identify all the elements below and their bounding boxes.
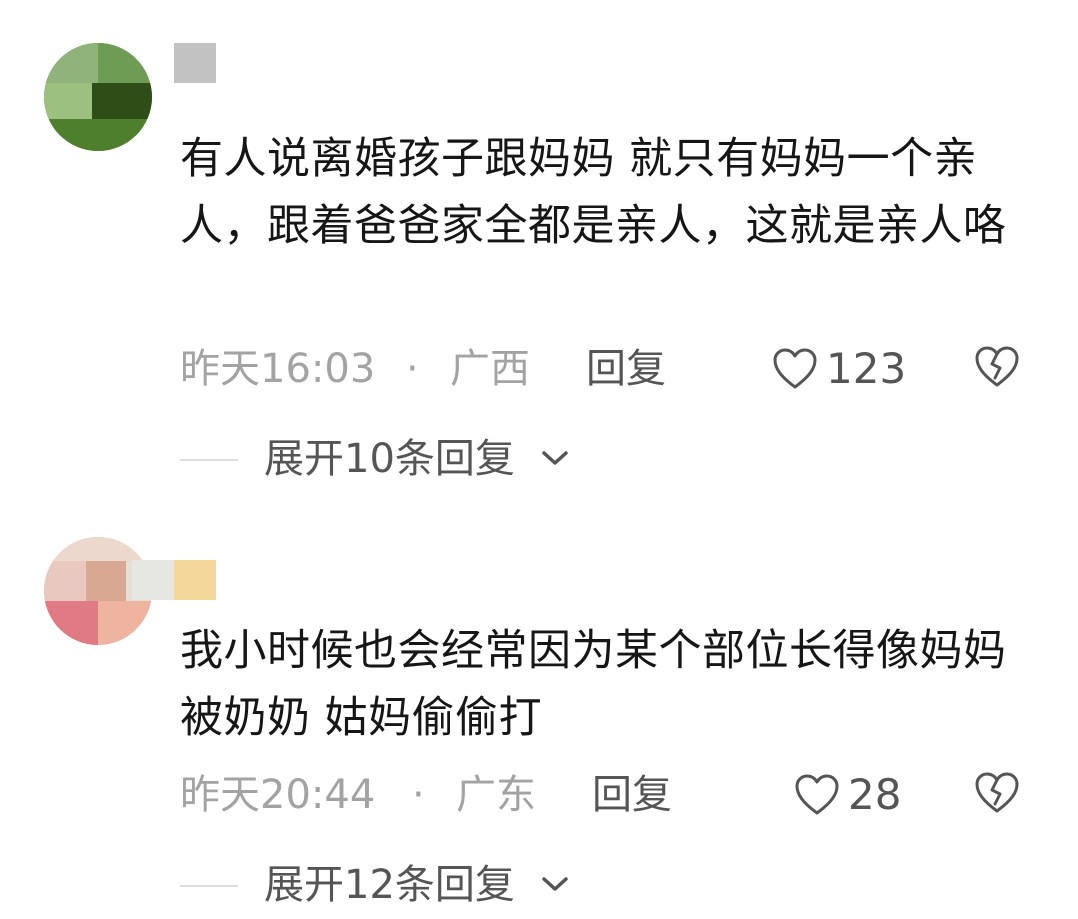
heart-outline-icon <box>772 348 818 390</box>
comment-meta: 昨天16:03 · 广西 回复 123 <box>180 344 1040 394</box>
expand-replies-button[interactable]: 展开12条回复 <box>180 860 780 910</box>
username-mosaic[interactable] <box>132 560 216 600</box>
separator-dot: · <box>406 346 419 392</box>
separator-dot: · <box>412 772 425 818</box>
expand-divider <box>180 885 238 887</box>
reply-button[interactable]: 回复 <box>586 344 666 394</box>
broken-heart-icon <box>974 772 1020 824</box>
like-count: 28 <box>848 770 902 819</box>
comment-meta: 昨天20:44 · 广东 回复 28 <box>180 770 1040 820</box>
reply-button[interactable]: 回复 <box>592 770 672 820</box>
expand-replies-button[interactable]: 展开10条回复 <box>180 434 780 484</box>
dislike-button[interactable] <box>974 346 1020 400</box>
comment-region: 广西 <box>450 346 530 392</box>
heart-outline-icon <box>794 774 840 816</box>
comment-text: 我小时候也会经常因为某个部位长得像妈妈 被奶奶 姑妈偷偷打 <box>180 626 1007 743</box>
comment-time: 昨天16:03 <box>180 346 376 392</box>
comment-text: 有人说离婚孩子跟妈妈 就只有妈妈一个亲人，跟着爸爸家全都是亲人，这就是亲人咯 <box>180 134 1007 251</box>
expand-replies-label: 展开10条回复 <box>264 436 515 482</box>
like-button[interactable]: 28 <box>794 770 901 820</box>
like-count: 123 <box>826 344 907 393</box>
username-mosaic[interactable] <box>174 43 216 83</box>
avatar[interactable] <box>44 43 152 151</box>
expand-replies-label: 展开12条回复 <box>264 862 515 908</box>
chevron-down-icon <box>540 874 570 898</box>
dislike-button[interactable] <box>974 772 1020 826</box>
expand-divider <box>180 459 238 461</box>
broken-heart-icon <box>974 346 1020 398</box>
like-button[interactable]: 123 <box>772 344 906 394</box>
chevron-down-icon <box>540 448 570 472</box>
comment-time: 昨天20:44 <box>180 772 376 818</box>
comment-region: 广东 <box>456 772 536 818</box>
